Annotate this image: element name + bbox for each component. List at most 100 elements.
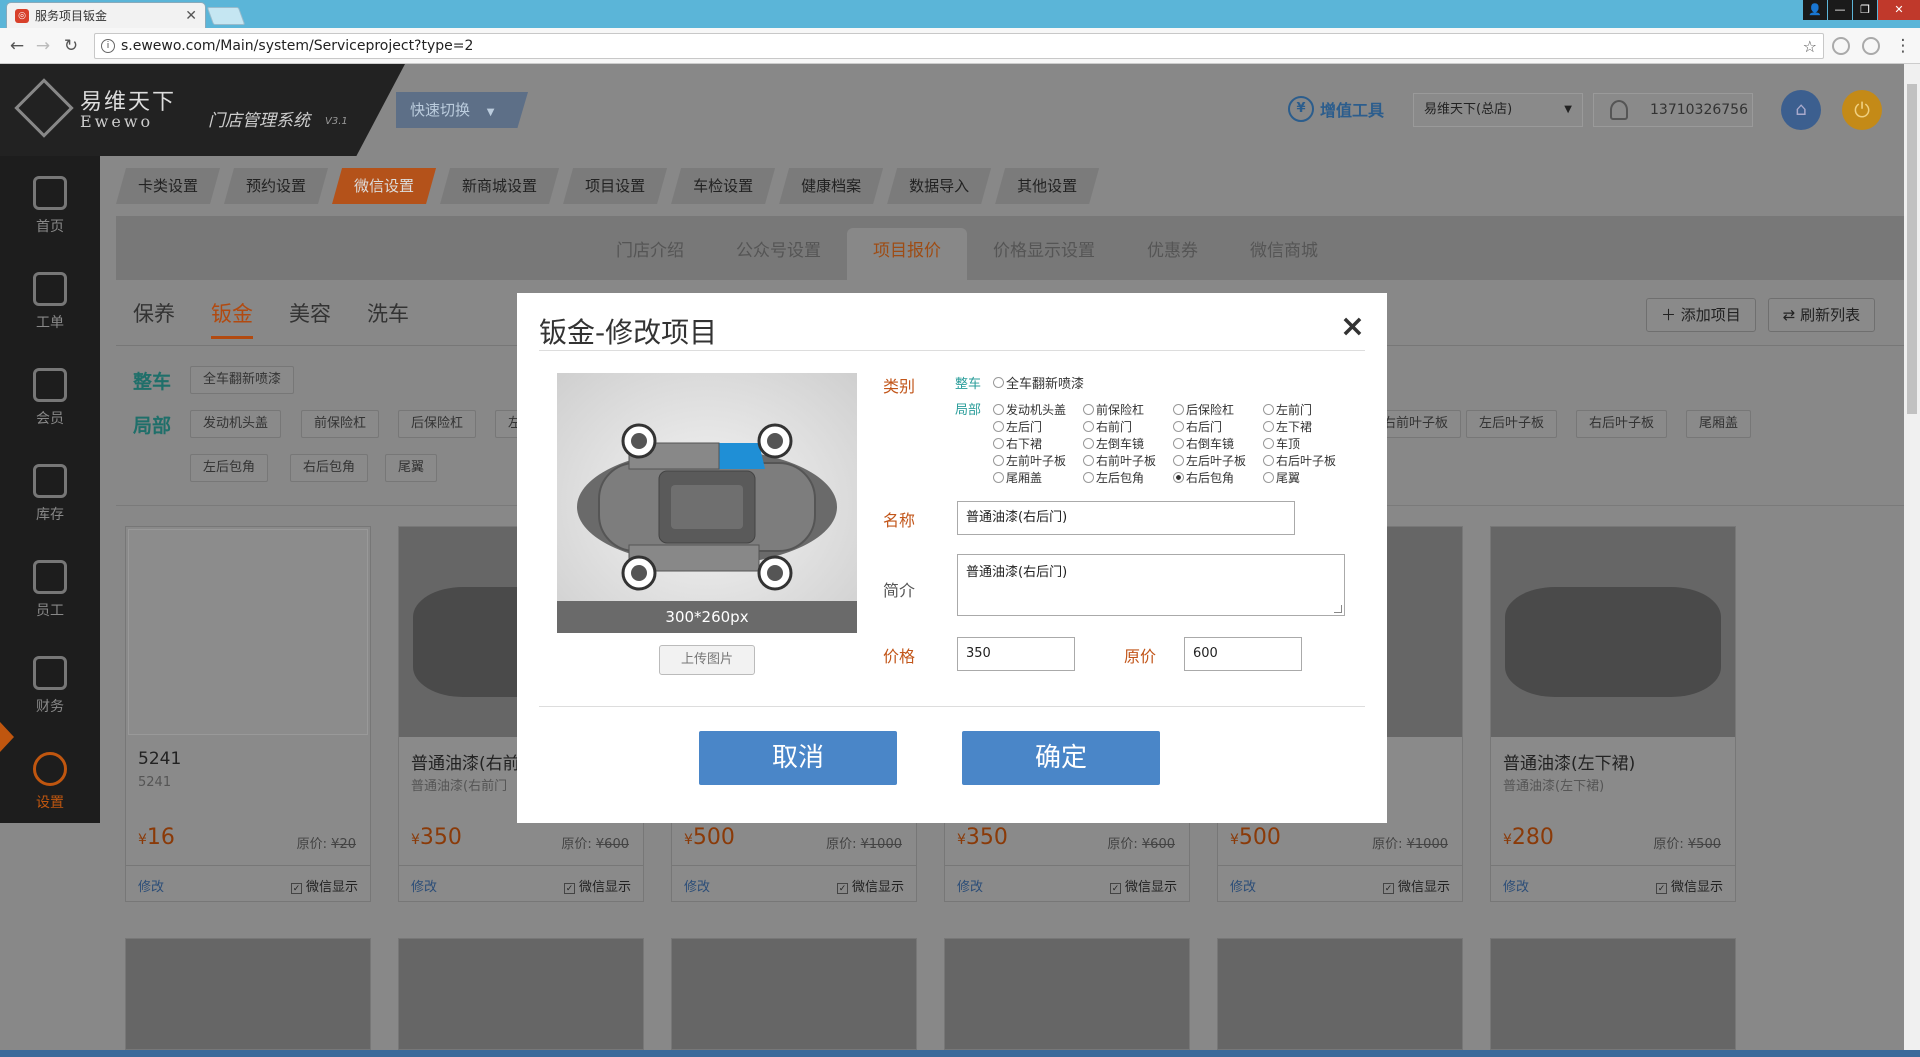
subtab-project-quote[interactable]: 项目报价 [847, 228, 967, 280]
sidebar-item-settings[interactable]: 设置 [0, 732, 100, 826]
sidebar-item-orders[interactable]: 工单 [0, 252, 100, 346]
bookmark-star-icon[interactable]: ☆ [1803, 37, 1817, 56]
restore-button[interactable]: ❐ [1853, 0, 1877, 20]
edit-link[interactable]: 修改 [684, 876, 710, 895]
radio-part-option[interactable]: 左下裙 [1263, 418, 1312, 435]
browser-tab[interactable]: ◎ 服务项目钣金 ✕ [6, 2, 206, 28]
project-card[interactable] [125, 938, 371, 1050]
cancel-button[interactable]: 取消 [699, 731, 897, 785]
store-select[interactable]: 易维天下(总店) ▼ [1413, 93, 1583, 127]
add-project-button[interactable]: ＋ 添加项目 [1646, 298, 1756, 332]
sidebar-item-home[interactable]: 首页 [0, 156, 100, 250]
tab-health-records[interactable]: 健康档案 [779, 168, 883, 204]
desc-textarea[interactable]: 普通油漆(右后门) [957, 554, 1345, 616]
radio-part-option[interactable]: 左后叶子板 [1173, 452, 1246, 469]
filter-chip[interactable]: 全车翻新喷漆 [190, 366, 295, 394]
name-input[interactable]: 普通油漆(右后门) [957, 501, 1295, 535]
refresh-list-button[interactable]: ⇄ 刷新列表 [1767, 298, 1876, 332]
category-tab-sheet-metal[interactable]: 钣金 [211, 298, 253, 339]
confirm-button[interactable]: 确定 [962, 731, 1160, 785]
minimize-button[interactable]: — [1828, 0, 1852, 20]
radio-part-option[interactable]: 右下裙 [993, 435, 1042, 452]
sidebar-item-staff[interactable]: 员工 [0, 540, 100, 634]
radio-part-option[interactable]: 发动机头盖 [993, 401, 1066, 418]
filter-chip[interactable]: 尾翼 [385, 454, 438, 482]
edit-link[interactable]: 修改 [138, 876, 164, 895]
filter-chip[interactable]: 右后包角 [290, 454, 369, 482]
profile-icon[interactable]: 👤 [1803, 0, 1827, 20]
user-info[interactable]: 13710326756 [1593, 93, 1753, 127]
radio-part-option[interactable]: 尾翼 [1263, 469, 1300, 486]
edit-link[interactable]: 修改 [957, 876, 983, 895]
filter-chip[interactable]: 前保险杠 [301, 410, 380, 438]
radio-part-option[interactable]: 右前门 [1083, 418, 1132, 435]
radio-part-option[interactable]: 左前门 [1263, 401, 1312, 418]
scrollbar-thumb[interactable] [1907, 84, 1917, 414]
wechat-show-checkbox[interactable]: ✓ 微信显示 [290, 876, 358, 895]
tools-button[interactable]: ¥ 增值工具 [1288, 96, 1384, 122]
radio-part-option[interactable]: 右后叶子板 [1263, 452, 1336, 469]
resize-grip-icon[interactable] [1334, 605, 1342, 613]
scrollbar[interactable] [1904, 64, 1920, 1057]
subtab-store-intro[interactable]: 门店介绍 [590, 228, 710, 280]
edit-link[interactable]: 修改 [1230, 876, 1256, 895]
project-card[interactable]: 5241 5241 ¥16 原价: ¥20 修改 ✓ 微信显示 [125, 526, 371, 902]
filter-chip[interactable]: 发动机头盖 [190, 410, 282, 438]
wechat-show-checkbox[interactable]: ✓ 微信显示 [1109, 876, 1177, 895]
category-tab-beauty[interactable]: 美容 [289, 298, 331, 339]
radio-part-option[interactable]: 左前叶子板 [993, 452, 1066, 469]
tab-wechat-settings[interactable]: 微信设置 [332, 168, 436, 204]
radio-part-option[interactable]: 左后包角 [1083, 469, 1144, 486]
subtab-coupons[interactable]: 优惠券 [1121, 228, 1224, 280]
reload-icon[interactable]: ↻ [60, 35, 82, 57]
orig-price-input[interactable]: 600 [1184, 637, 1302, 671]
back-icon[interactable]: ← [6, 35, 28, 57]
subtab-official-account[interactable]: 公众号设置 [710, 228, 847, 280]
wechat-show-checkbox[interactable]: ✓ 微信显示 [1382, 876, 1450, 895]
logout-button[interactable]: ⏻ [1842, 90, 1882, 130]
radio-part-option[interactable]: 左后门 [993, 418, 1042, 435]
extension-icon[interactable] [1862, 37, 1880, 55]
radio-part-option[interactable]: 右前叶子板 [1083, 452, 1156, 469]
quick-switch-button[interactable]: 快速切换 ▼ [396, 92, 528, 128]
home-button[interactable]: ⌂ [1781, 90, 1821, 130]
upload-image-button[interactable]: 上传图片 [659, 645, 755, 675]
category-tab-maintenance[interactable]: 保养 [133, 298, 175, 339]
tab-project-settings[interactable]: 项目设置 [563, 168, 667, 204]
new-tab-button[interactable] [206, 7, 246, 25]
tab-card-settings[interactable]: 卡类设置 [116, 168, 220, 204]
info-icon[interactable]: i [101, 39, 115, 53]
project-card[interactable] [398, 938, 644, 1050]
edit-link[interactable]: 修改 [411, 876, 437, 895]
edit-link[interactable]: 修改 [1503, 876, 1529, 895]
radio-part-option[interactable]: 尾厢盖 [993, 469, 1042, 486]
category-tab-wash[interactable]: 洗车 [367, 298, 409, 339]
subtab-wechat-mall[interactable]: 微信商城 [1224, 228, 1344, 280]
url-input[interactable]: i s.ewewo.com/Main/system/Serviceproject… [94, 33, 1824, 59]
filter-chip[interactable]: 后保险杠 [398, 410, 477, 438]
radio-part-option[interactable]: 后保险杠 [1173, 401, 1234, 418]
wechat-show-checkbox[interactable]: ✓ 微信显示 [1655, 876, 1723, 895]
extension-icon[interactable] [1832, 37, 1850, 55]
filter-chip[interactable]: 右后叶子板 [1576, 410, 1668, 438]
close-icon[interactable]: × [1340, 309, 1365, 344]
tab-mall-settings[interactable]: 新商城设置 [440, 168, 559, 204]
project-card[interactable] [1217, 938, 1463, 1050]
radio-part-option[interactable]: 前保险杠 [1083, 401, 1144, 418]
radio-part-option[interactable]: 右倒车镜 [1173, 435, 1234, 452]
tab-close-icon[interactable]: ✕ [185, 8, 197, 24]
tab-inspection-settings[interactable]: 车检设置 [671, 168, 775, 204]
radio-whole-repaint[interactable]: 全车翻新喷漆 [993, 373, 1084, 392]
sidebar-item-inventory[interactable]: 库存 [0, 444, 100, 538]
wechat-show-checkbox[interactable]: ✓ 微信显示 [836, 876, 904, 895]
project-card[interactable] [944, 938, 1190, 1050]
tab-booking-settings[interactable]: 预约设置 [224, 168, 328, 204]
tab-other-settings[interactable]: 其他设置 [995, 168, 1099, 204]
radio-part-option[interactable]: 右后门 [1173, 418, 1222, 435]
subtab-price-display[interactable]: 价格显示设置 [967, 228, 1121, 280]
filter-chip[interactable]: 左后叶子板 [1466, 410, 1558, 438]
price-input[interactable]: 350 [957, 637, 1075, 671]
menu-icon[interactable]: ⋮ [1892, 35, 1914, 57]
project-card[interactable]: 普通油漆(左下裙) 普通油漆(左下裙) ¥280 原价: ¥500 修改 ✓ 微信… [1490, 526, 1736, 902]
wechat-show-checkbox[interactable]: ✓ 微信显示 [563, 876, 631, 895]
